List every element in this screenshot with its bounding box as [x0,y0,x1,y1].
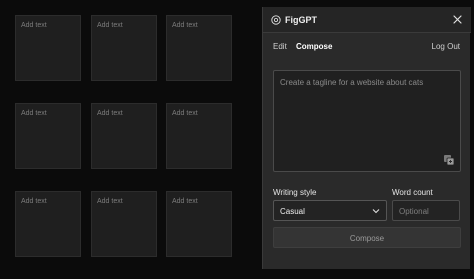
copy-icon[interactable] [443,154,455,166]
sticky-note[interactable]: Add text [15,103,81,169]
sticky-note[interactable]: Add text [15,191,81,257]
sticky-note-placeholder: Add text [97,22,123,29]
sticky-note[interactable]: Add text [91,103,157,169]
sticky-note[interactable]: Add text [91,15,157,81]
word-count-label: Word count [392,188,433,197]
sticky-note[interactable]: Add text [15,15,81,81]
word-count-field [392,200,460,221]
word-count-input[interactable] [393,202,459,221]
chevron-down-icon [372,209,380,214]
sticky-note-placeholder: Add text [21,22,47,29]
sticky-note-placeholder: Add text [172,198,198,205]
figgpt-logo-icon [271,15,281,25]
prompt-input[interactable] [274,71,460,171]
sticky-note[interactable]: Add text [91,191,157,257]
sticky-note-placeholder: Add text [21,198,47,205]
logout-link[interactable]: Log Out [432,42,460,51]
panel-tabs: Edit Compose Log Out [263,33,471,55]
sticky-note-placeholder: Add text [172,22,198,29]
sticky-note[interactable]: Add text [166,103,232,169]
writing-style-value: Casual [280,207,305,216]
compose-button[interactable]: Compose [273,227,461,248]
sticky-note-placeholder: Add text [97,198,123,205]
writing-style-select[interactable]: Casual [273,200,387,221]
sticky-note-placeholder: Add text [97,110,123,117]
sticky-note-placeholder: Add text [21,110,47,117]
tab-compose[interactable]: Compose [296,42,332,51]
prompt-box [273,70,461,172]
panel-titlebar: FigGPT [263,7,471,33]
canvas: Add text Add text Add text Add text Add … [0,0,262,279]
compose-button-label: Compose [349,234,385,243]
writing-style-label: Writing style [273,188,317,197]
tab-edit[interactable]: Edit [273,42,287,51]
sticky-note[interactable]: Add text [166,15,232,81]
figgpt-plugin-panel: FigGPT Edit Compose Log Out Writing styl… [262,7,471,269]
sticky-note[interactable]: Add text [166,191,232,257]
close-icon[interactable] [452,14,463,25]
panel-title: FigGPT [285,15,317,25]
sticky-note-placeholder: Add text [172,110,198,117]
